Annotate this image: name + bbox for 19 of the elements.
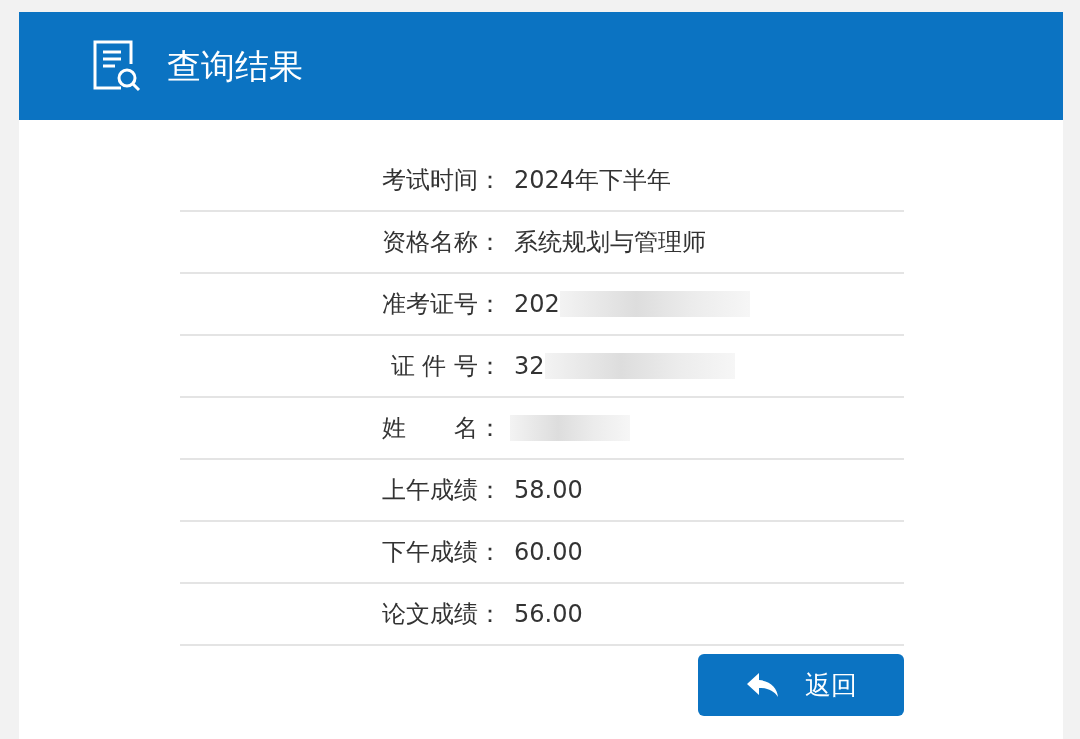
field-label: 姓 名： [381, 413, 503, 444]
field-value: 56.00 [513, 599, 583, 630]
reply-arrow-icon [745, 671, 781, 699]
field-value: 32 [513, 351, 545, 382]
field-value: 202 [513, 289, 560, 320]
field-label: 资格名称： [381, 227, 503, 258]
field-label: 论文成绩： [381, 599, 503, 630]
field-value: 系统规划与管理师 [513, 227, 706, 258]
field-label: 下午成绩： [381, 537, 503, 568]
field-value: 60.00 [513, 537, 583, 568]
field-label: 准考证号： [381, 289, 503, 320]
field-label: 上午成绩： [381, 475, 503, 506]
field-label: 考试时间： [381, 165, 503, 196]
field-value: 2024年下半年 [513, 165, 672, 196]
page-title: 查询结果 [167, 44, 303, 88]
document-search-icon [91, 38, 143, 94]
back-button[interactable]: 返回 [698, 654, 904, 716]
field-label: 证 件 号： [389, 351, 503, 382]
field-value: 58.00 [513, 475, 583, 506]
